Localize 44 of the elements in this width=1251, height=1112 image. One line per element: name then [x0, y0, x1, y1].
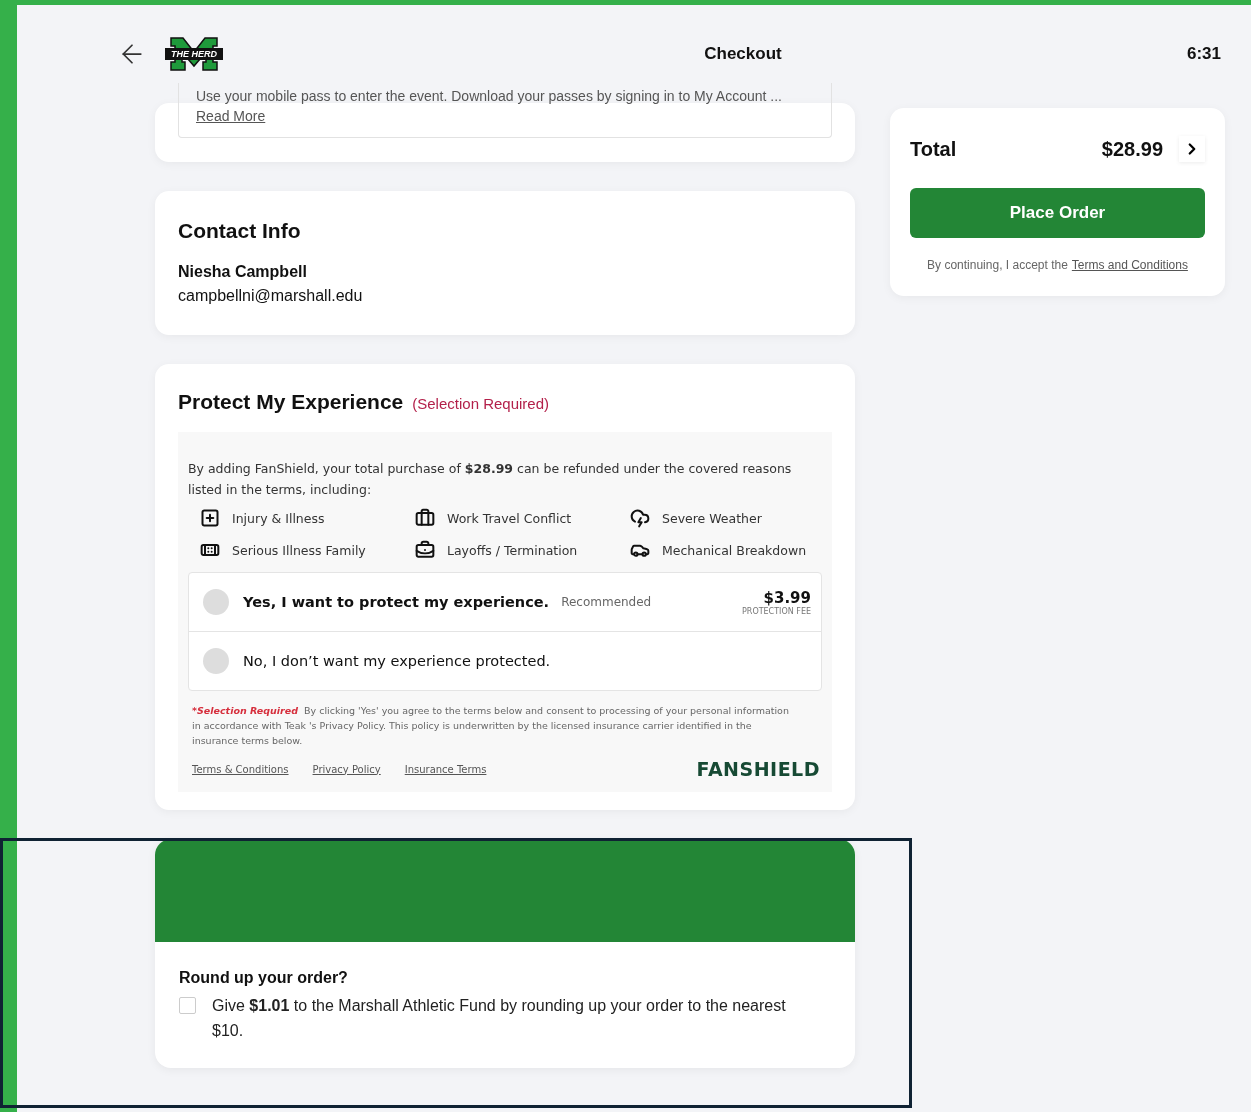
protection-price: $3.99	[763, 588, 811, 607]
contact-name: Niesha Campbell	[178, 263, 308, 281]
policy-link[interactable]: Terms & Conditions	[192, 763, 289, 775]
selection-required-note: (Selection Required)	[412, 395, 549, 412]
terms-text: By continuing, I accept the	[927, 258, 1068, 272]
radio-button[interactable]	[203, 648, 229, 674]
round-up-checkbox[interactable]	[179, 997, 196, 1014]
protect-title: Protect My Experience	[178, 390, 404, 414]
radio-button[interactable]	[203, 589, 229, 615]
page-title: Checkout	[703, 44, 783, 64]
policy-link[interactable]: Insurance Terms	[404, 763, 487, 775]
contact-email: campbellni@marshall.edu	[178, 287, 364, 305]
round-up-title: Round up your order?	[179, 969, 349, 987]
protection-intro: By adding FanShield, your total purchase of $28.99 can be refunded under the covered reasons listed in the terms, including:	[188, 460, 793, 499]
logo-band: THE HERD	[165, 48, 223, 60]
read-more-link[interactable]: Read More	[196, 108, 266, 124]
contact-title: Contact Info	[178, 219, 302, 243]
price-note: PROTECTION FEE	[742, 606, 811, 616]
recommended-tag: Recommended	[561, 595, 742, 609]
policy-link[interactable]: Privacy Policy	[312, 763, 381, 775]
disclaimer-text: *Selection Required By clicking 'Yes' you agree to the terms below and consent to processing of your personal information in accordance with Teak 's Privacy Policy. This policy is underwritten by the licensed insurance carrier identified in the insurance terms below.	[191, 704, 790, 748]
expand-button[interactable]	[1179, 136, 1205, 162]
covered-reason: Layoffs / Termination	[447, 542, 578, 558]
brand-logo: FANSHIELD	[696, 758, 820, 780]
round-up-text: Give $1.01 to the Marshall Athletic Fund by rounding up your order to the nearest $10.	[212, 996, 787, 1041]
covered-reason: Injury & Illness	[232, 510, 325, 526]
terms-link[interactable]: Terms and Conditions	[1071, 258, 1188, 272]
protection-option[interactable]: Yes, I want to protect my experience. Recommended $3.99 PROTECTION FEE	[189, 573, 821, 631]
event-info-text: Use your mobile pass to enter the event. Download your passes by signing in to My Account ...	[196, 87, 783, 106]
medical-cross-icon	[200, 508, 220, 528]
covered-reason: Mechanical Breakdown	[662, 542, 807, 558]
briefcase-icon	[415, 508, 435, 528]
place-order-button[interactable]: Place Order	[910, 188, 1205, 238]
briefcase-icon	[415, 540, 435, 560]
covered-reason: Work Travel Conflict	[447, 510, 572, 526]
covered-reason: Serious Illness Family	[232, 542, 366, 558]
covered-reason: Severe Weather	[662, 510, 762, 526]
total-amount: $28.99	[1101, 137, 1163, 161]
protection-option[interactable]: No, I don’t want my experience protected.	[189, 631, 821, 690]
total-label: Total	[910, 137, 958, 161]
storm-cloud-icon	[630, 508, 650, 528]
option-label: No, I don’t want my experience protected.	[243, 653, 551, 669]
clock-time: 6:31	[1186, 44, 1221, 64]
option-label: Yes, I want to protect my experience.	[243, 594, 550, 610]
